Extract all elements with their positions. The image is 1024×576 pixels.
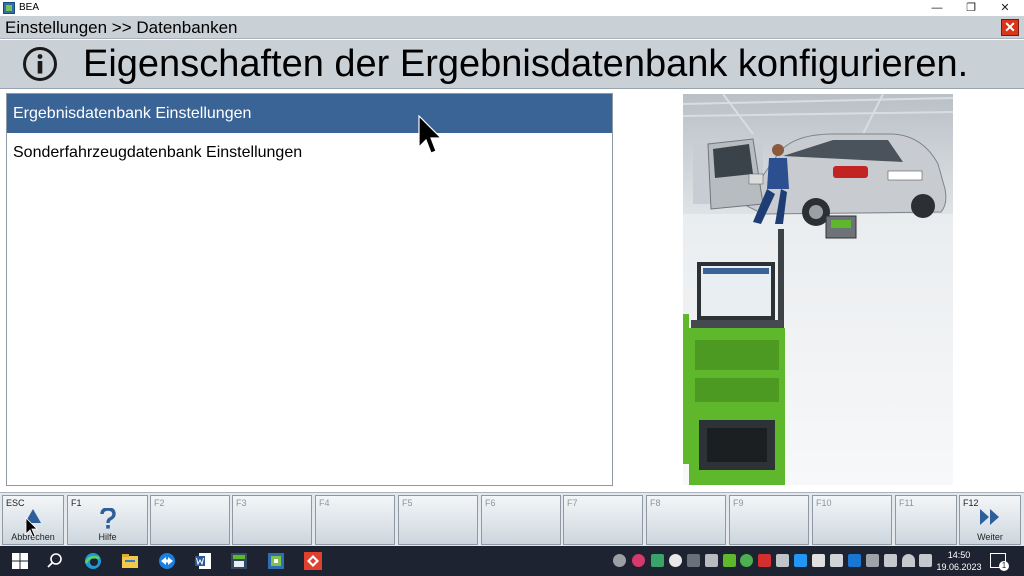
notification-center-icon[interactable]: 1 — [990, 553, 1009, 571]
windows-taskbar: 14:50 19.06.2023 1 — [0, 546, 1024, 576]
window-close-button[interactable]: ✕ — [988, 0, 1022, 16]
fkey-label: F7 — [567, 498, 578, 508]
close-dialog-button[interactable]: ✕ — [1001, 19, 1019, 36]
clock-date: 19.06.2023 — [936, 562, 982, 572]
window-titlebar: BEA — ❐ ✕ — [0, 0, 1024, 16]
teamviewer-icon[interactable] — [157, 551, 177, 571]
bea-taskbar-icon[interactable] — [266, 551, 286, 571]
fkey-label: F5 — [402, 498, 413, 508]
f1-help-button[interactable]: F1 Hilfe — [67, 495, 148, 545]
fkey-label: F10 — [816, 498, 832, 508]
question-icon — [99, 508, 116, 529]
f10-button[interactable]: F10 — [812, 495, 892, 545]
fkey-label: F12 — [963, 498, 979, 508]
function-key-bar: ESC Abbrechen F1 Hilfe F2 F3 F4 F5 F6 F7… — [0, 492, 1024, 546]
page-header: Eigenschaften der Ergebnisdatenbank konf… — [0, 40, 1024, 89]
tray-dropbox-icon[interactable] — [830, 554, 843, 567]
tray-shield-icon[interactable] — [848, 554, 861, 567]
settings-list: Ergebnisdatenbank Einstellungen Sonderfa… — [6, 93, 613, 486]
fkey-caption: Hilfe — [98, 532, 117, 542]
fkey-caption: Weiter — [977, 532, 1003, 542]
double-chevron-right-icon — [980, 509, 999, 525]
tray-app-icon[interactable] — [632, 554, 645, 567]
maximize-button[interactable]: ❐ — [954, 0, 988, 16]
word-icon[interactable] — [193, 551, 213, 571]
volume-icon[interactable] — [919, 554, 932, 567]
windows-start-icon[interactable] — [10, 551, 30, 571]
f2-button[interactable]: F2 — [150, 495, 230, 545]
tray-bluetooth-icon[interactable] — [794, 554, 807, 567]
tray-monitor-icon[interactable] — [812, 554, 825, 567]
fkey-label: ESC — [6, 498, 25, 508]
tray-cloud-icon[interactable] — [687, 554, 700, 567]
search-icon[interactable] — [45, 551, 65, 571]
fkey-label: F2 — [154, 498, 165, 508]
bea-app-icon — [3, 2, 15, 14]
tray-device-icon[interactable] — [866, 554, 879, 567]
tray-display-icon[interactable] — [705, 554, 718, 567]
fkey-label: F6 — [485, 498, 496, 508]
wifi-icon[interactable] — [902, 554, 915, 567]
tray-status-icon[interactable] — [740, 554, 753, 567]
fkey-label: F11 — [899, 498, 914, 508]
minimize-button[interactable]: — — [920, 0, 954, 16]
notification-count: 1 — [999, 561, 1009, 571]
taskbar-clock[interactable]: 14:50 19.06.2023 — [935, 549, 983, 573]
f7-button[interactable]: F7 — [563, 495, 643, 545]
calendar-app-icon[interactable] — [229, 551, 249, 571]
f6-button[interactable]: F6 — [481, 495, 561, 545]
list-item-result-database[interactable]: Ergebnisdatenbank Einstellungen — [7, 94, 612, 133]
tray-network-tool-icon[interactable] — [651, 554, 664, 567]
tray-record-icon[interactable] — [758, 554, 771, 567]
tray-game-icon[interactable] — [669, 554, 682, 567]
file-explorer-icon[interactable] — [120, 551, 140, 571]
f12-next-button[interactable]: F12 Weiter — [959, 495, 1021, 545]
secondary-pointer-icon — [25, 517, 38, 538]
breadcrumb: Einstellungen >> Datenbanken — [5, 18, 238, 37]
f9-button[interactable]: F9 — [729, 495, 809, 545]
fkey-label: F3 — [236, 498, 247, 508]
list-item-special-vehicle-database[interactable]: Sonderfahrzeugdatenbank Einstellungen — [7, 133, 612, 172]
info-icon — [23, 47, 57, 81]
tray-battery-icon[interactable] — [884, 554, 897, 567]
fkey-label: F9 — [733, 498, 744, 508]
tray-bosch-icon[interactable] — [723, 554, 736, 567]
f4-button[interactable]: F4 — [315, 495, 395, 545]
anydesk-icon[interactable] — [303, 551, 323, 571]
fkey-label: F4 — [319, 498, 330, 508]
tray-plugin-icon[interactable] — [776, 554, 789, 567]
f3-button[interactable]: F3 — [232, 495, 312, 545]
window-title: BEA — [19, 2, 40, 13]
fkey-label: F1 — [71, 498, 82, 508]
fkey-label: F8 — [650, 498, 661, 508]
tray-gear-icon[interactable] — [613, 554, 626, 567]
mouse-pointer-icon — [418, 115, 443, 154]
edge-browser-icon[interactable] — [83, 551, 103, 571]
page-title: Eigenschaften der Ergebnisdatenbank konf… — [83, 43, 969, 85]
f5-button[interactable]: F5 — [398, 495, 478, 545]
clock-time: 14:50 — [947, 550, 971, 560]
breadcrumb-bar: Einstellungen >> Datenbanken ✕ — [0, 16, 1024, 39]
workshop-illustration — [683, 94, 953, 485]
f11-button[interactable]: F11 — [895, 495, 957, 545]
f8-button[interactable]: F8 — [646, 495, 726, 545]
